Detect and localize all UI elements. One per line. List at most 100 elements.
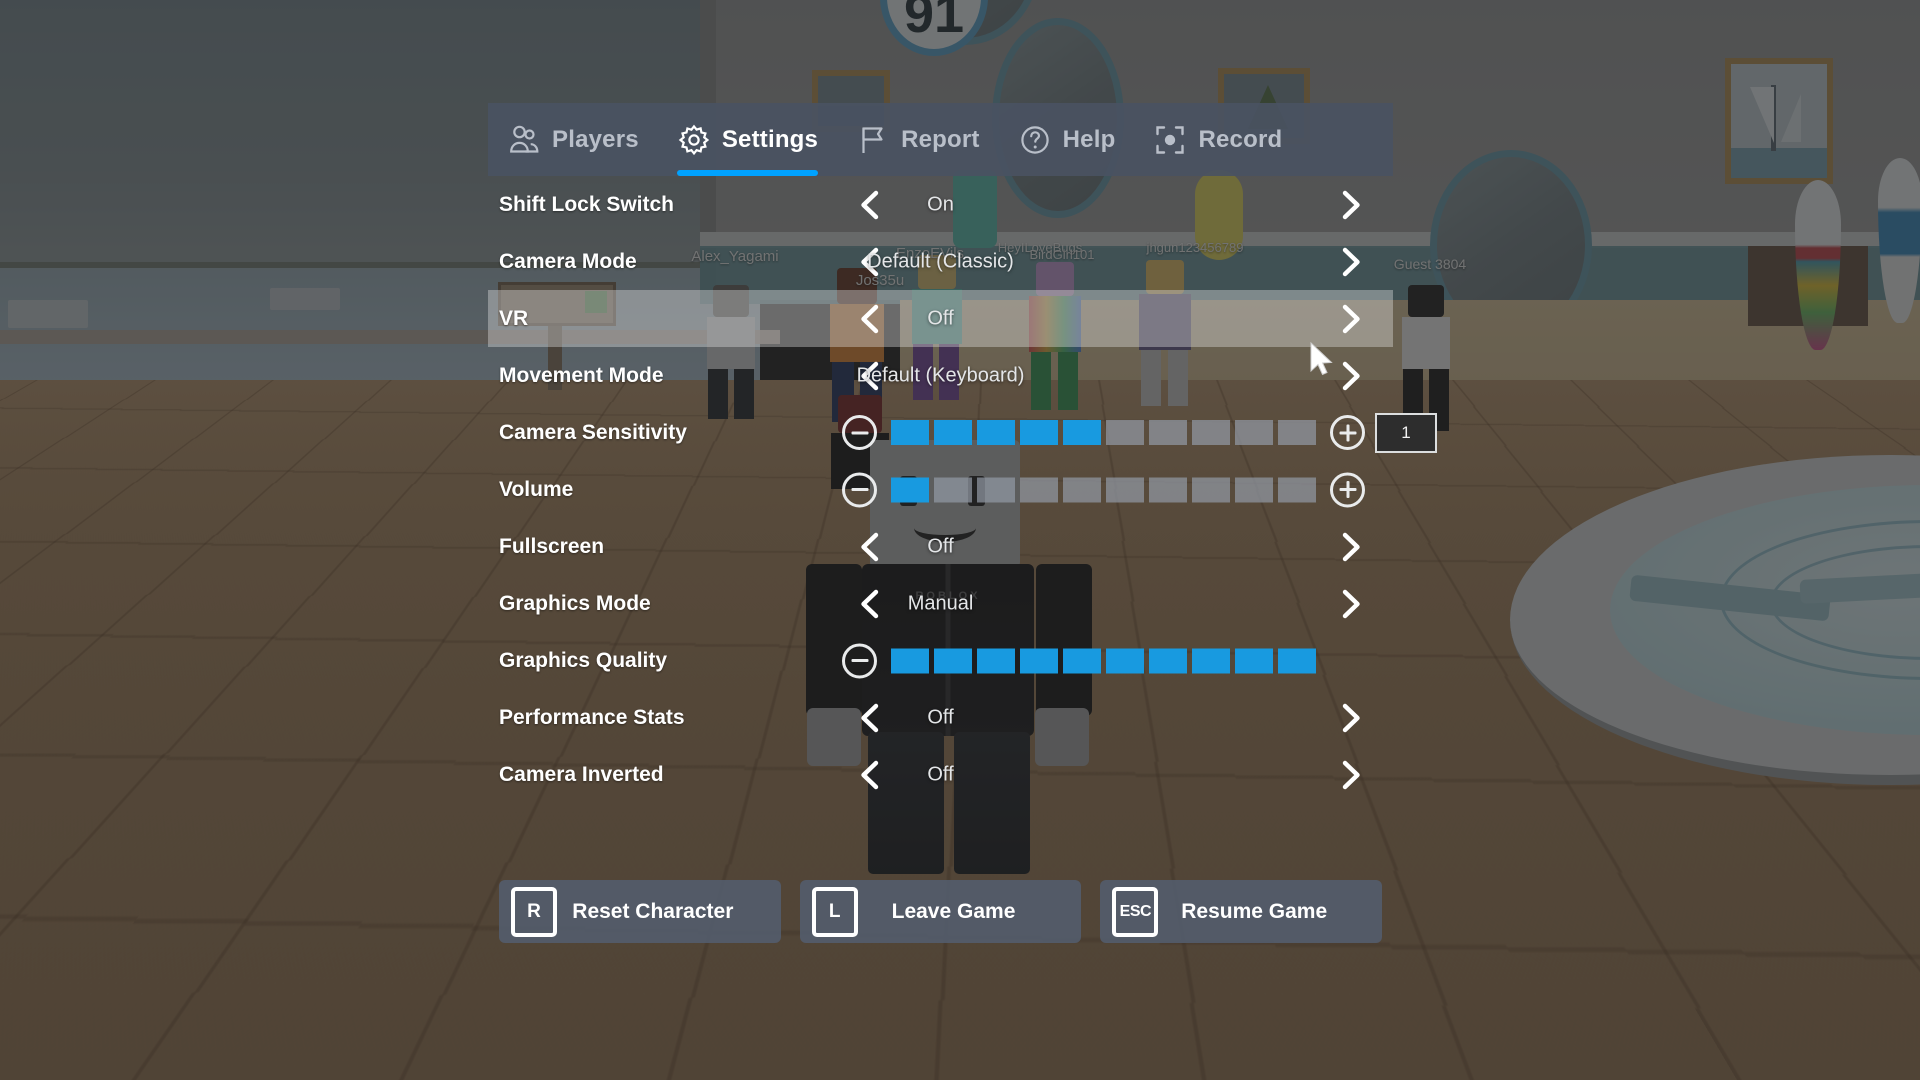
- chevron-right-icon[interactable]: [1333, 302, 1367, 336]
- slider-segment[interactable]: [1020, 477, 1058, 502]
- slider-segment[interactable]: [1278, 477, 1316, 502]
- slider-control[interactable]: [842, 472, 1365, 507]
- setting-label: Camera Mode: [499, 249, 637, 273]
- setting-row-graphics-mode[interactable]: Graphics Mode Manual: [488, 575, 1393, 632]
- minus-icon[interactable]: [842, 472, 877, 507]
- plus-icon[interactable]: [1330, 472, 1365, 507]
- plus-icon[interactable]: [1330, 415, 1365, 450]
- slider-segment[interactable]: [1149, 420, 1187, 445]
- slider-control[interactable]: [842, 643, 1330, 678]
- setting-row-graphics-quality[interactable]: Graphics Quality: [488, 632, 1393, 689]
- slider-segment[interactable]: [1063, 648, 1101, 673]
- chevron-right-icon[interactable]: [1333, 359, 1367, 393]
- slider-segment[interactable]: [1106, 477, 1144, 502]
- chevron-right-icon[interactable]: [1333, 701, 1367, 735]
- setting-value: Off: [927, 535, 954, 557]
- tab-players[interactable]: Players: [488, 103, 658, 176]
- slider-segment[interactable]: [1063, 420, 1101, 445]
- people-icon: [507, 123, 541, 157]
- slider-segment[interactable]: [1235, 477, 1273, 502]
- setting-row-performance-stats[interactable]: Performance Stats Off: [488, 689, 1393, 746]
- slider-segment[interactable]: [977, 648, 1015, 673]
- slider-segment[interactable]: [977, 477, 1015, 502]
- slider-segment[interactable]: [934, 648, 972, 673]
- slider-segment[interactable]: [1278, 648, 1316, 673]
- setting-label: VR: [499, 306, 529, 330]
- chevron-right-icon[interactable]: [1333, 188, 1367, 222]
- slider-segment[interactable]: [1106, 648, 1144, 673]
- tab-label: Players: [552, 125, 639, 153]
- setting-row-fullscreen[interactable]: Fullscreen Off: [488, 518, 1393, 575]
- resume-game-button[interactable]: ESC Resume Game: [1100, 880, 1383, 943]
- setting-row-volume[interactable]: Volume: [488, 461, 1393, 518]
- slider-track[interactable]: [891, 648, 1316, 673]
- slider-segment[interactable]: [1192, 420, 1230, 445]
- chevron-left-icon[interactable]: [854, 758, 888, 792]
- slider-segment[interactable]: [1192, 477, 1230, 502]
- slider-segment[interactable]: [891, 648, 929, 673]
- button-label: Leave Game: [891, 899, 1016, 923]
- chevron-left-icon[interactable]: [854, 530, 888, 564]
- minus-icon[interactable]: [842, 415, 877, 450]
- chevron-right-icon[interactable]: [1333, 530, 1367, 564]
- slider-segment[interactable]: [1020, 648, 1058, 673]
- tab-record[interactable]: Record: [1134, 103, 1301, 176]
- tab-help[interactable]: Help: [999, 103, 1135, 176]
- tab-report[interactable]: Report: [837, 103, 999, 176]
- slider-segment[interactable]: [934, 477, 972, 502]
- slider-segment[interactable]: [1192, 648, 1230, 673]
- keybind-badge: R: [511, 886, 557, 937]
- setting-row-vr[interactable]: VR Off: [488, 290, 1393, 347]
- button-label: Reset Character: [572, 899, 734, 923]
- tab-settings[interactable]: Settings: [658, 103, 837, 176]
- slider-segment[interactable]: [891, 477, 929, 502]
- slider-segment[interactable]: [977, 420, 1015, 445]
- button-label: Resume Game: [1181, 899, 1328, 923]
- setting-label: Movement Mode: [499, 363, 664, 387]
- slider-track[interactable]: [891, 420, 1316, 445]
- chevron-left-icon[interactable]: [854, 188, 888, 222]
- chevron-left-icon[interactable]: [854, 587, 888, 621]
- setting-row-camera-inverted[interactable]: Camera Inverted Off: [488, 746, 1393, 803]
- chevron-left-icon[interactable]: [854, 359, 888, 393]
- setting-row-movement-mode[interactable]: Movement Mode Default (Keyboard): [488, 347, 1393, 404]
- slider-track[interactable]: [891, 477, 1316, 502]
- chevron-right-icon[interactable]: [1333, 587, 1367, 621]
- slider-segment[interactable]: [934, 420, 972, 445]
- setting-label: Fullscreen: [499, 534, 605, 558]
- question-icon: [1018, 123, 1052, 157]
- roblox-escape-menu: Players Settings Report Help Record Shift Lo…: [488, 103, 1437, 943]
- tab-label: Record: [1198, 125, 1283, 153]
- slider-segment[interactable]: [1235, 420, 1273, 445]
- chevron-left-icon[interactable]: [854, 302, 888, 336]
- slider-segment[interactable]: [1149, 477, 1187, 502]
- chevron-right-icon[interactable]: [1333, 245, 1367, 279]
- tab-label: Report: [901, 125, 980, 153]
- tab-label: Help: [1062, 125, 1116, 153]
- leave-game-button[interactable]: L Leave Game: [799, 880, 1082, 943]
- chevron-left-icon[interactable]: [854, 701, 888, 735]
- chevron-left-icon[interactable]: [854, 245, 888, 279]
- slider-segment[interactable]: [1278, 420, 1316, 445]
- slider-segment[interactable]: [1020, 420, 1058, 445]
- setting-row-shift-lock-switch[interactable]: Shift Lock Switch On: [488, 176, 1393, 233]
- setting-row-camera-mode[interactable]: Camera Mode Default (Classic): [488, 233, 1393, 290]
- slider-segment[interactable]: [1063, 477, 1101, 502]
- slider-segment[interactable]: [1235, 648, 1273, 673]
- slider-segment[interactable]: [1149, 648, 1187, 673]
- chevron-right-icon[interactable]: [1333, 758, 1367, 792]
- setting-label: Graphics Quality: [499, 648, 668, 672]
- mouse-cursor: [1309, 341, 1335, 376]
- minus-icon[interactable]: [842, 643, 877, 678]
- gear-icon: [677, 123, 711, 157]
- slider-segment[interactable]: [891, 420, 929, 445]
- slider-value-input[interactable]: 1: [1375, 412, 1437, 453]
- menu-tab-bar: Players Settings Report Help Record: [488, 103, 1393, 176]
- setting-label: Performance Stats: [499, 705, 685, 729]
- menu-action-buttons: R Reset Character L Leave Game ESC Resume Gam…: [488, 880, 1393, 943]
- setting-label: Camera Inverted: [499, 762, 664, 786]
- slider-segment[interactable]: [1106, 420, 1144, 445]
- reset-character-button[interactable]: R Reset Character: [499, 880, 781, 943]
- setting-row-camera-sensitivity[interactable]: Camera Sensitivity 1: [488, 404, 1437, 461]
- slider-control[interactable]: 1: [842, 412, 1437, 453]
